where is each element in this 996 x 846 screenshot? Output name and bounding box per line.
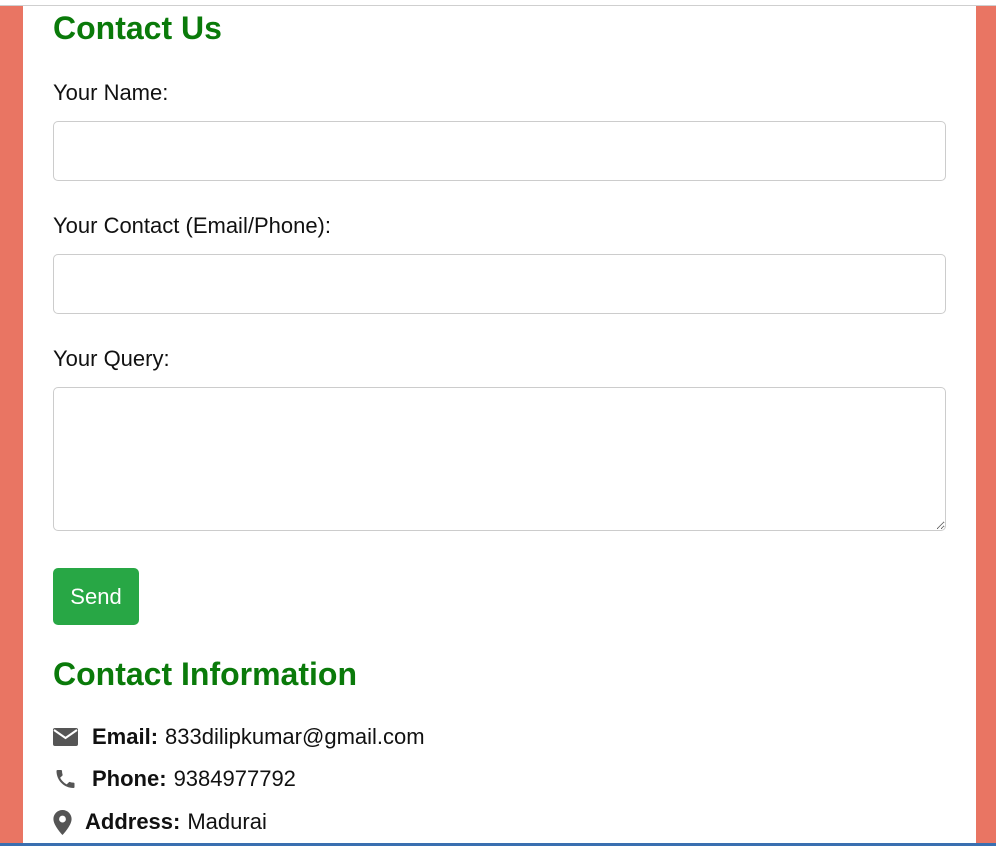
query-textarea[interactable] [53,387,946,531]
email-row: Email: 833dilipkumar@gmail.com [53,724,425,750]
address-value: Madurai [187,809,267,834]
page-title: Contact Us [53,10,222,46]
map-marker-icon [53,809,72,835]
name-label: Your Name: [53,80,169,105]
address-row: Address: Madurai [53,809,267,835]
send-button[interactable]: Send [53,568,139,625]
contact-input[interactable] [53,254,946,314]
phone-value: 9384977792 [173,766,296,791]
phone-row: Phone: 9384977792 [53,766,296,792]
email-value: 833dilipkumar@gmail.com [165,724,425,749]
address-label: Address: [85,809,181,834]
contact-panel: Contact Us Your Name: Your Contact (Emai… [23,6,976,846]
name-input[interactable] [53,121,946,181]
phone-icon [53,767,78,791]
query-label: Your Query: [53,346,170,371]
phone-label: Phone: [92,766,167,791]
envelope-icon [53,728,78,746]
contact-info-title: Contact Information [53,656,357,692]
email-label: Email: [92,724,159,749]
contact-label: Your Contact (Email/Phone): [53,213,331,238]
